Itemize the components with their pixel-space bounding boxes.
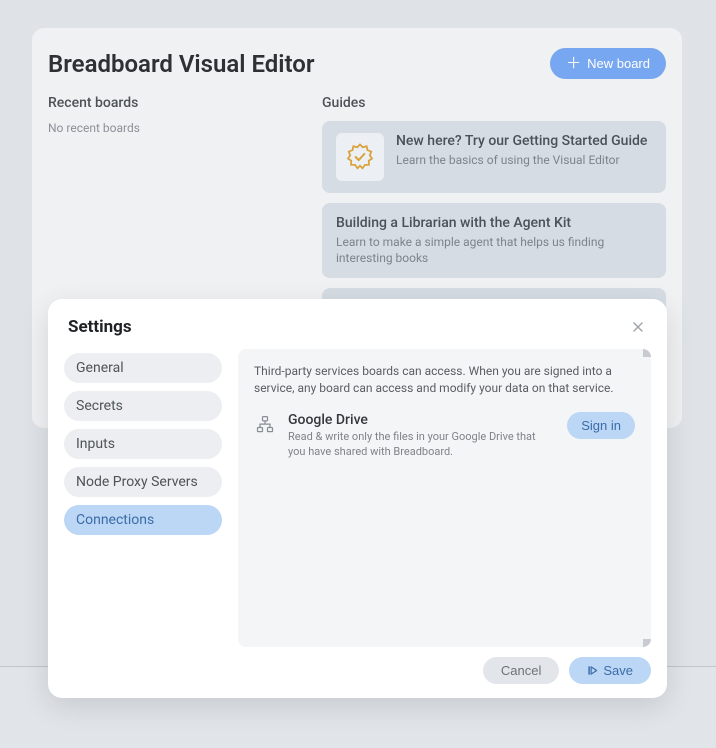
service-name: Google Drive bbox=[288, 412, 555, 428]
nav-item-inputs[interactable]: Inputs bbox=[64, 429, 222, 459]
modal-footer: Cancel Save bbox=[48, 647, 667, 698]
settings-modal: Settings General Secrets Inputs Node Pro… bbox=[48, 299, 667, 698]
modal-header: Settings bbox=[48, 299, 667, 349]
save-button[interactable]: Save bbox=[569, 657, 651, 684]
save-label: Save bbox=[603, 663, 633, 678]
close-button[interactable] bbox=[629, 318, 647, 336]
guide-title: New here? Try our Getting Started Guide bbox=[396, 133, 652, 149]
connections-intro: Third-party services boards can access. … bbox=[254, 363, 635, 398]
play-icon bbox=[587, 665, 598, 676]
scrollbar-corner-icon bbox=[643, 639, 651, 647]
nav-item-connections[interactable]: Connections bbox=[64, 505, 222, 535]
service-text: Google Drive Read & write only the files… bbox=[288, 412, 555, 460]
nav-item-node-proxy-servers[interactable]: Node Proxy Servers bbox=[64, 467, 222, 497]
page-title: Breadboard Visual Editor bbox=[48, 50, 315, 78]
nav-item-general[interactable]: General bbox=[64, 353, 222, 383]
modal-body: General Secrets Inputs Node Proxy Server… bbox=[48, 349, 667, 647]
service-row: Google Drive Read & write only the files… bbox=[254, 412, 635, 460]
service-desc: Read & write only the files in your Goog… bbox=[288, 430, 555, 460]
close-icon bbox=[632, 321, 644, 333]
main-header: Breadboard Visual Editor ＋ New board bbox=[48, 48, 666, 79]
settings-nav: General Secrets Inputs Node Proxy Server… bbox=[64, 349, 222, 647]
guide-desc: Learn the basics of using the Visual Edi… bbox=[396, 152, 652, 168]
guide-badge-icon bbox=[336, 133, 384, 181]
guide-title: Building a Librarian with the Agent Kit bbox=[336, 215, 652, 231]
service-tree-icon bbox=[254, 414, 276, 436]
recent-heading: Recent boards bbox=[48, 95, 298, 111]
settings-content: Third-party services boards can access. … bbox=[238, 349, 651, 647]
nav-item-secrets[interactable]: Secrets bbox=[64, 391, 222, 421]
guides-heading: Guides bbox=[322, 95, 666, 111]
star-badge-icon bbox=[345, 142, 375, 172]
signin-button[interactable]: Sign in bbox=[567, 412, 635, 439]
cancel-button[interactable]: Cancel bbox=[483, 657, 559, 684]
new-board-button[interactable]: ＋ New board bbox=[550, 48, 666, 79]
guide-card[interactable]: Building a Librarian with the Agent Kit … bbox=[322, 203, 666, 278]
guide-text: New here? Try our Getting Started Guide … bbox=[396, 133, 652, 168]
scrollbar-corner-icon bbox=[643, 349, 651, 357]
guide-card[interactable]: New here? Try our Getting Started Guide … bbox=[322, 121, 666, 193]
guide-text: Building a Librarian with the Agent Kit … bbox=[336, 215, 652, 266]
new-board-label: New board bbox=[587, 56, 650, 71]
modal-title: Settings bbox=[68, 317, 132, 337]
plus-icon: ＋ bbox=[566, 56, 581, 71]
guide-desc: Learn to make a simple agent that helps … bbox=[336, 234, 652, 266]
recent-empty-text: No recent boards bbox=[48, 121, 298, 135]
